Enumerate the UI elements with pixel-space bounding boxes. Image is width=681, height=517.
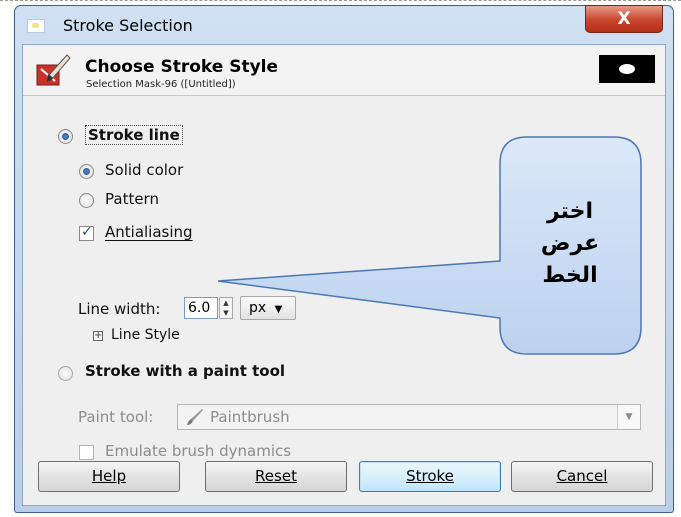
line-width-label: Line width: [78,300,161,318]
reset-label: Reset [255,467,297,485]
chevron-down-icon: ▼ [274,304,283,315]
annotation-line-3: الخط [542,263,598,288]
stroke-line-radio[interactable] [58,129,73,144]
dialog-subheading: Selection Mask-96 ([Untitled]) [86,79,236,90]
annotation-line-2: عرض [540,231,600,256]
dialog-header: Choose Stroke Style Selection Mask-96 ([… [23,45,665,96]
annotation-line-1: اختر [546,199,594,224]
stroke-line-label[interactable]: Stroke line [85,125,183,145]
paint-tool-label: Paint tool: [78,408,154,426]
antialiasing-checkbox[interactable] [79,224,94,241]
annotation-text: اختر عرض الخط [500,196,640,292]
help-button[interactable]: Help [38,461,180,492]
selection-preview [599,55,655,83]
emulate-dynamics-label[interactable]: Emulate brush dynamics [105,442,291,460]
pattern-label[interactable]: Pattern [105,190,159,208]
stroke-paint-tool-radio[interactable] [58,366,73,381]
pattern-radio[interactable] [79,193,94,208]
app-window-icon [27,19,45,33]
stroke-paint-tool-label[interactable]: Stroke with a paint tool [85,362,285,380]
line-style-expander[interactable]: Line Style [111,327,180,343]
cancel-button[interactable]: Cancel [511,461,653,492]
close-button[interactable]: X [585,5,663,33]
chevron-down-icon[interactable]: ▼ [617,405,640,429]
dialog-heading: Choose Stroke Style [85,57,279,77]
emulate-dynamics-checkbox[interactable] [79,445,94,460]
spin-up-icon[interactable]: ▲ [220,298,232,308]
screen-dashed-border [0,0,681,4]
title-bar[interactable]: Stroke Selection X [15,5,673,44]
paintbrush-icon [187,409,203,425]
spin-down-icon[interactable]: ▼ [220,308,232,318]
antialiasing-label[interactable]: Antialiasing [105,223,193,241]
expand-icon[interactable]: + [93,331,103,341]
unit-value: px [249,300,267,316]
paint-tool-value: Paintbrush [210,408,290,426]
line-width-input[interactable]: 6.0 [184,297,218,319]
reset-button[interactable]: Reset [205,461,347,492]
solid-color-label[interactable]: Solid color [105,161,183,179]
cancel-label: Cancel [556,467,608,485]
paint-tool-select[interactable]: Paintbrush ▼ [177,404,641,430]
help-label: Help [91,467,127,485]
stroke-button[interactable]: Stroke [359,461,501,492]
line-width-spinner[interactable]: ▲ ▼ [219,297,233,319]
stroke-label: Stroke [406,467,454,485]
solid-color-radio[interactable] [79,164,94,179]
unit-select[interactable]: px ▼ [240,296,296,320]
stroke-brush-icon [36,54,71,86]
window-title: Stroke Selection [63,16,193,35]
